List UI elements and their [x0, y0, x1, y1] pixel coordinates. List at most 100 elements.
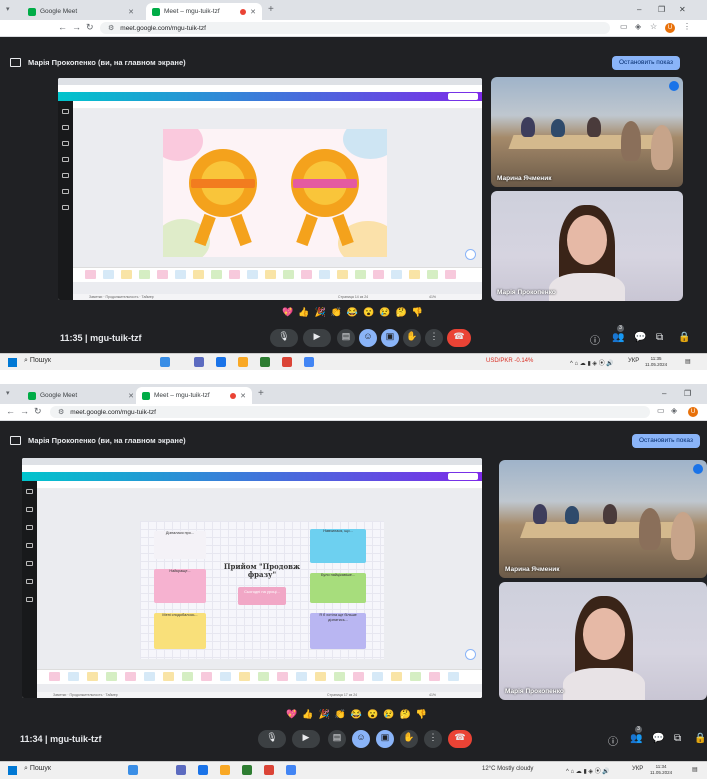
- close-tab-icon[interactable]: ✕: [128, 8, 134, 16]
- host-controls-icon[interactable]: 🔒: [694, 733, 706, 744]
- tray-widget[interactable]: USD/PKR -0.14%: [486, 358, 533, 364]
- reaction-thinking[interactable]: 🤔: [396, 307, 407, 318]
- back-icon[interactable]: ←: [6, 406, 15, 416]
- participant-tile-self[interactable]: Марія Прокопенко: [499, 582, 707, 700]
- weather-widget[interactable]: 12°C Mostly cloudy: [482, 766, 533, 772]
- file-explorer-icon[interactable]: [238, 357, 248, 367]
- cast-icon[interactable]: ▭: [657, 406, 665, 415]
- more-options-button[interactable]: ⋮: [425, 329, 443, 347]
- emoji-button[interactable]: ☺: [352, 730, 370, 748]
- reaction-thumbs-up[interactable]: 👍: [302, 709, 313, 720]
- reaction-party[interactable]: 🎉: [314, 307, 325, 318]
- bookmark-star-icon[interactable]: ☆: [650, 22, 657, 31]
- language-indicator[interactable]: УКР: [632, 766, 643, 772]
- profile-avatar[interactable]: U: [688, 407, 698, 417]
- participant-tile-self[interactable]: Марія Прокопенко: [491, 191, 683, 301]
- leave-call-button[interactable]: ☎: [447, 329, 471, 347]
- edge-icon[interactable]: [198, 765, 208, 775]
- site-settings-icon[interactable]: ⚙: [108, 24, 114, 32]
- participant-tile-classroom[interactable]: Марина Ячменик: [499, 460, 707, 578]
- reaction-sad[interactable]: 😢: [379, 307, 390, 318]
- stop-presenting-button[interactable]: Остановить показ: [632, 434, 700, 448]
- forward-icon[interactable]: →: [20, 406, 29, 416]
- tray-icons[interactable]: ^ ⌂ ☁ ▮ ◈ ⦿ 🔊: [570, 358, 614, 367]
- tab-google-meet[interactable]: Google Meet ✕: [22, 3, 140, 20]
- windows-start-icon[interactable]: [8, 766, 17, 775]
- restore-icon[interactable]: ❐: [658, 5, 665, 14]
- mic-button[interactable]: 🎙: [270, 329, 298, 347]
- present-button[interactable]: ▣: [381, 329, 399, 347]
- activities-icon[interactable]: ⧉: [674, 733, 681, 744]
- forward-icon[interactable]: →: [72, 22, 81, 32]
- minimize-icon[interactable]: –: [662, 389, 666, 398]
- reload-icon[interactable]: ↻: [86, 22, 94, 33]
- taskbar-app-icon[interactable]: [160, 357, 170, 367]
- taskbar-search[interactable]: ⌕ Пошук: [24, 357, 51, 365]
- menu-icon[interactable]: ⋮: [683, 22, 691, 31]
- notifications-icon[interactable]: ▤: [685, 358, 691, 365]
- restore-icon[interactable]: ❐: [684, 389, 691, 398]
- notifications-icon[interactable]: ▤: [692, 766, 698, 773]
- extensions-icon[interactable]: ◈: [671, 406, 677, 415]
- info-icon[interactable]: ⓘ: [608, 733, 618, 748]
- cast-icon[interactable]: ▭: [620, 22, 628, 31]
- reaction-thumbs-up[interactable]: 👍: [298, 307, 309, 318]
- window-close-icon[interactable]: ✕: [679, 5, 686, 14]
- reaction-laugh[interactable]: 😂: [351, 709, 362, 720]
- url-field[interactable]: ⚙ meet.google.com/mgu-tuik-tzf: [100, 22, 610, 34]
- reaction-sad[interactable]: 😢: [383, 709, 394, 720]
- minimize-icon[interactable]: –: [637, 5, 641, 14]
- site-settings-icon[interactable]: ⚙: [58, 408, 64, 416]
- close-tab-icon[interactable]: ✕: [250, 8, 256, 16]
- reload-icon[interactable]: ↻: [34, 406, 42, 417]
- new-tab-icon[interactable]: +: [268, 4, 274, 15]
- store-icon[interactable]: [260, 357, 270, 367]
- chrome-icon[interactable]: [282, 357, 292, 367]
- tray-icons[interactable]: ^ ⌂ ☁ ▮ ◈ ⦿ 🔊: [566, 766, 610, 775]
- store-icon[interactable]: [242, 765, 252, 775]
- tab-search-icon[interactable]: ▾: [6, 5, 10, 13]
- tab-meet-call[interactable]: Meet – mgu-tuik-tzf ✕: [146, 3, 262, 20]
- extensions-icon[interactable]: ◈: [635, 22, 641, 31]
- reaction-heart[interactable]: 💖: [286, 709, 297, 720]
- host-controls-icon[interactable]: 🔒: [678, 332, 690, 343]
- reaction-thumbs-down[interactable]: 👎: [412, 307, 423, 318]
- close-tab-icon[interactable]: ✕: [128, 392, 134, 400]
- edge-icon[interactable]: [216, 357, 226, 367]
- reaction-surprised[interactable]: 😮: [363, 307, 374, 318]
- taskbar-search[interactable]: ⌕ Пошук: [24, 765, 51, 773]
- leave-call-button[interactable]: ☎: [448, 730, 472, 748]
- reaction-clap[interactable]: 👏: [331, 307, 342, 318]
- participant-tile-classroom[interactable]: Марина Ячменик: [491, 77, 683, 187]
- task-view-icon[interactable]: [176, 765, 186, 775]
- language-indicator[interactable]: УКР: [628, 358, 639, 364]
- reaction-thinking[interactable]: 🤔: [400, 709, 411, 720]
- people-icon[interactable]: 👥: [612, 332, 624, 343]
- reaction-thumbs-down[interactable]: 👎: [416, 709, 427, 720]
- camera-button[interactable]: ▶: [303, 329, 331, 347]
- url-field[interactable]: ⚙ meet.google.com/mgu-tuik-tzf: [50, 406, 650, 418]
- info-icon[interactable]: ⓘ: [590, 332, 600, 347]
- raise-hand-button[interactable]: ✋: [403, 329, 421, 347]
- task-view-icon[interactable]: [194, 357, 204, 367]
- back-icon[interactable]: ←: [58, 22, 67, 32]
- chrome-profile-icon[interactable]: [304, 357, 314, 367]
- chrome-icon[interactable]: [264, 765, 274, 775]
- new-tab-icon[interactable]: +: [258, 388, 264, 399]
- taskbar-app-icon[interactable]: [128, 765, 138, 775]
- taskbar-clock[interactable]: 11:34 11.05.2024: [650, 764, 672, 775]
- captions-button[interactable]: ▤: [328, 730, 346, 748]
- reaction-party[interactable]: 🎉: [318, 709, 329, 720]
- chat-icon[interactable]: 💬: [652, 733, 664, 744]
- emoji-button[interactable]: ☺: [359, 329, 377, 347]
- raise-hand-button[interactable]: ✋: [400, 730, 418, 748]
- taskbar-clock[interactable]: 11:35 11.05.2024: [645, 356, 667, 367]
- activities-icon[interactable]: ⧉: [656, 332, 663, 343]
- present-button[interactable]: ▣: [376, 730, 394, 748]
- reaction-surprised[interactable]: 😮: [367, 709, 378, 720]
- windows-start-icon[interactable]: [8, 358, 17, 367]
- tab-search-icon[interactable]: ▾: [6, 389, 10, 397]
- stop-presenting-button[interactable]: Остановить показ: [612, 56, 680, 70]
- file-explorer-icon[interactable]: [220, 765, 230, 775]
- chrome-profile-icon[interactable]: [286, 765, 296, 775]
